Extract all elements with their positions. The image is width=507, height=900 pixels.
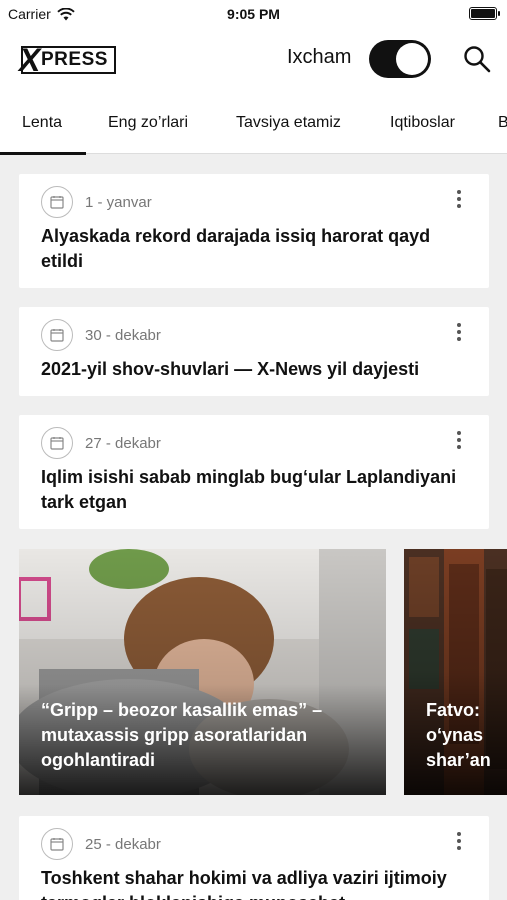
featured-slide[interactable]: “Gripp – beozor kasallik emas” – mutaxas… (19, 549, 386, 795)
battery-icon (469, 7, 500, 20)
logo-text: PRESS (41, 49, 108, 70)
more-options-icon[interactable] (451, 188, 467, 210)
app-logo[interactable]: X PRESS (19, 42, 116, 78)
status-time: 9:05 PM (227, 6, 280, 22)
app-header: X PRESS Ixcham (0, 28, 507, 94)
article-title[interactable]: 2021-yil shov-shuvlari — X-News yil dayj… (41, 357, 469, 382)
article-title[interactable]: Iqlim isishi sabab minglab bug‘ular Lapl… (41, 465, 469, 515)
article-meta: 25 - dekabr (41, 828, 161, 860)
more-options-icon[interactable] (451, 830, 467, 852)
article-date: 27 - dekabr (85, 434, 161, 452)
article-meta: 1 - yanvar (41, 186, 152, 218)
more-options-icon[interactable] (451, 429, 467, 451)
compact-mode-toggle[interactable] (369, 40, 431, 78)
tab-iqtiboslar[interactable]: Iqtiboslar (390, 114, 455, 132)
article-card[interactable]: 27 - dekabr Iqlim isishi sabab minglab b… (19, 415, 489, 529)
article-card[interactable]: 30 - dekabr 2021-yil shov-shuvlari — X-N… (19, 307, 489, 396)
article-meta: 30 - dekabr (41, 319, 161, 351)
article-title[interactable]: Toshkent shahar hokimi va adliya vaziri … (41, 866, 469, 900)
featured-title[interactable]: “Gripp – beozor kasallik emas” – mutaxas… (41, 698, 368, 773)
tab-tavsiya-etamiz[interactable]: Tavsiya etamiz (236, 114, 341, 132)
toggle-knob (396, 43, 428, 75)
status-bar: Carrier 9:05 PM (0, 0, 507, 28)
article-date: 30 - dekabr (85, 326, 161, 344)
tab-lenta[interactable]: Lenta (22, 114, 62, 132)
featured-title[interactable]: Fatvo: o‘ynas shar’an (426, 698, 507, 773)
calendar-icon (41, 427, 73, 459)
tab-partial[interactable]: B (498, 114, 507, 132)
logo-x: X (19, 42, 41, 78)
calendar-icon (41, 319, 73, 351)
compact-mode-label: Ixcham (287, 46, 352, 68)
article-card[interactable]: 1 - yanvar Alyaskada rekord darajada iss… (19, 174, 489, 288)
search-icon[interactable] (462, 44, 492, 74)
featured-carousel[interactable]: “Gripp – beozor kasallik emas” – mutaxas… (0, 549, 507, 795)
category-tabs: Lenta Eng zo’rlari Tavsiya etamiz Iqtibo… (0, 94, 507, 154)
article-date: 25 - dekabr (85, 835, 161, 853)
logo-box: X PRESS (19, 42, 116, 78)
tab-eng-zorlari[interactable]: Eng zo’rlari (108, 114, 188, 132)
featured-slide[interactable]: Fatvo: o‘ynas shar’an (404, 549, 507, 795)
article-date: 1 - yanvar (85, 193, 152, 211)
article-meta: 27 - dekabr (41, 427, 161, 459)
active-tab-indicator (0, 152, 86, 155)
more-options-icon[interactable] (451, 321, 467, 343)
calendar-icon (41, 828, 73, 860)
calendar-icon (41, 186, 73, 218)
article-card[interactable]: 25 - dekabr Toshkent shahar hokimi va ad… (19, 816, 489, 900)
article-title[interactable]: Alyaskada rekord darajada issiq harorat … (41, 224, 469, 274)
